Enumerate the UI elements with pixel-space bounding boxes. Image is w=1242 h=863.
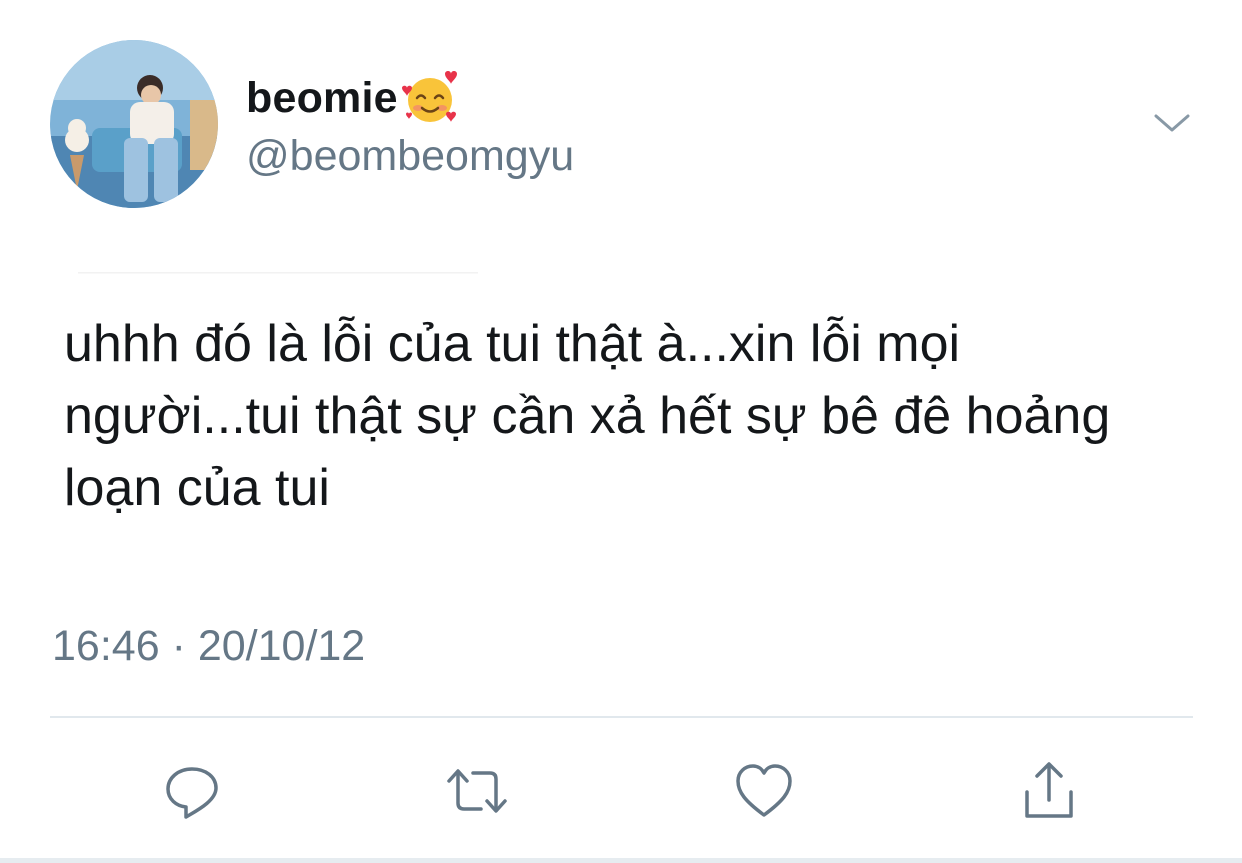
tweet-time[interactable]: 16:46 — [52, 622, 160, 670]
tweet-card: beomie @beombeomgyu uhhh đó là lỗi của t… — [0, 0, 1242, 863]
timestamp[interactable]: 16:46 · 20/10/12 — [52, 622, 365, 671]
faint-artifact — [78, 272, 478, 274]
heart-icon — [736, 764, 792, 817]
share-button[interactable] — [1014, 756, 1084, 826]
share-icon — [1025, 762, 1073, 818]
reply-icon — [166, 767, 218, 819]
retweet-button[interactable] — [442, 756, 512, 826]
bottom-border — [0, 858, 1242, 863]
display-name-row[interactable]: beomie — [246, 68, 460, 128]
smiling-face-with-hearts-emoji-icon — [401, 71, 457, 122]
display-name[interactable]: beomie — [246, 74, 398, 123]
like-button[interactable] — [729, 756, 799, 826]
chevron-down-icon[interactable] — [1150, 108, 1194, 138]
retweet-icon — [447, 769, 507, 813]
reply-button[interactable] — [157, 756, 227, 826]
tweet-date[interactable]: 20/10/12 — [198, 622, 365, 670]
timestamp-separator: · — [171, 622, 186, 670]
user-handle[interactable]: @beombeomgyu — [246, 132, 574, 181]
tweet-text: uhhh đó là lỗi của tui thật à...xin lỗi … — [64, 315, 1111, 517]
avatar[interactable] — [50, 40, 218, 208]
action-bar — [0, 756, 1242, 826]
divider — [50, 716, 1193, 718]
